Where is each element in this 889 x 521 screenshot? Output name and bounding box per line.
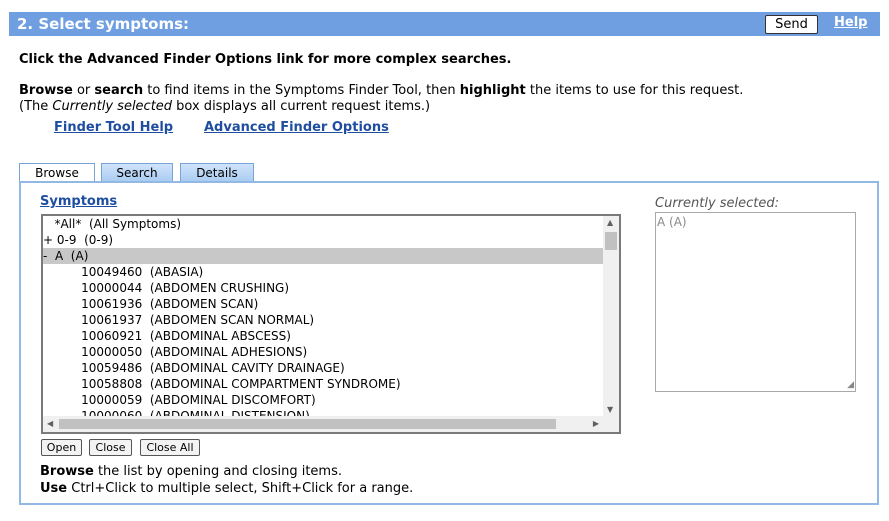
list-item[interactable]: 10000059 (ABDOMINAL DISCOMFORT) [43, 392, 603, 408]
list-item[interactable]: 10000044 (ABDOMEN CRUSHING) [43, 280, 603, 296]
open-button[interactable]: Open [41, 439, 82, 456]
list-item[interactable]: *All* (All Symptoms) [43, 216, 603, 232]
send-button[interactable]: Send [765, 15, 818, 34]
middle-text: to find items in the Symptoms Finder Too… [143, 83, 460, 98]
listbox-items: *All* (All Symptoms) + 0-9 (0-9) - A (A) 1… [43, 216, 603, 416]
scroll-down-icon[interactable]: ▼ [607, 405, 613, 414]
paren-open: (The [19, 99, 53, 114]
browse-hint-rest: the list by opening and closing items. [93, 464, 342, 479]
instructions-line-2: (The Currently selected box displays all… [19, 99, 430, 114]
use-hint-rest: Ctrl+Click to multiple select, Shift+Cli… [67, 481, 414, 496]
list-item[interactable]: 10061937 (ABDOMEN SCAN NORMAL) [43, 312, 603, 328]
symptoms-listbox[interactable]: *All* (All Symptoms) + 0-9 (0-9) - A (A) 1… [41, 214, 621, 434]
section-title: 2. Select symptoms: [17, 15, 190, 33]
list-item[interactable]: 10060921 (ABDOMINAL ABSCESS) [43, 328, 603, 344]
symptoms-link[interactable]: Symptoms [40, 194, 117, 209]
finder-tool-help-link[interactable]: Finder Tool Help [54, 120, 173, 135]
vertical-scroll-thumb[interactable] [605, 232, 617, 250]
list-item[interactable]: 10049460 (ABASIA) [43, 264, 603, 280]
tab-details[interactable]: Details [180, 163, 254, 182]
close-all-button[interactable]: Close All [140, 439, 200, 456]
close-button[interactable]: Close [89, 439, 132, 456]
browse-word: Browse [19, 83, 73, 98]
list-item[interactable]: - A (A) [43, 248, 603, 264]
or-text: or [72, 83, 95, 98]
tab-search[interactable]: Search [101, 163, 173, 182]
scroll-corner [603, 416, 619, 432]
horizontal-scrollbar[interactable]: ◀ ▶ [43, 416, 603, 432]
instructions-line-1: Browse or search to find items in the Sy… [19, 83, 743, 98]
vertical-scrollbar[interactable]: ▲ ▼ [603, 216, 619, 416]
currently-selected-word: Currently selected [52, 99, 173, 114]
tab-browse[interactable]: Browse [19, 163, 95, 183]
list-item[interactable]: 10000050 (ABDOMINAL ADHESIONS) [43, 344, 603, 360]
advanced-finder-options-link[interactable]: Advanced Finder Options [204, 120, 389, 135]
help-link[interactable]: Help [834, 15, 867, 30]
list-item[interactable]: + 0-9 (0-9) [43, 232, 603, 248]
highlight-word: highlight [459, 83, 526, 98]
currently-selected-value: A (A) [657, 215, 687, 229]
use-hint: Use Ctrl+Click to multiple select, Shift… [40, 481, 413, 496]
list-item[interactable]: 10061936 (ABDOMEN SCAN) [43, 296, 603, 312]
browse-hint: Browse the list by opening and closing i… [40, 464, 342, 479]
resize-handle-icon[interactable]: ◢ [847, 380, 854, 390]
search-word: search [94, 83, 144, 98]
scroll-right-icon[interactable]: ▶ [593, 419, 599, 428]
scroll-up-icon[interactable]: ▲ [607, 218, 613, 227]
paren-rest: box displays all current request items.) [172, 99, 431, 114]
currently-selected-label: Currently selected: [655, 196, 780, 211]
horizontal-scroll-thumb[interactable] [59, 419, 556, 429]
browse-hint-word: Browse [40, 464, 94, 479]
scroll-left-icon[interactable]: ◀ [47, 419, 53, 428]
list-item[interactable]: 10059486 (ABDOMINAL CAVITY DRAINAGE) [43, 360, 603, 376]
section-header: 2. Select symptoms: Send Help [9, 12, 880, 36]
end-text: the items to use for this request. [525, 83, 744, 98]
use-hint-word: Use [40, 481, 68, 496]
currently-selected-box[interactable]: A (A) ◢ [655, 212, 856, 392]
list-item[interactable]: 10000060 (ABDOMINAL DISTENSION) [43, 408, 603, 416]
browse-panel: Symptoms *All* (All Symptoms) + 0-9 (0-9)… [19, 181, 879, 505]
list-item[interactable]: 10058808 (ABDOMINAL COMPARTMENT SYNDROME… [43, 376, 603, 392]
advanced-note: Click the Advanced Finder Options link f… [19, 52, 512, 67]
